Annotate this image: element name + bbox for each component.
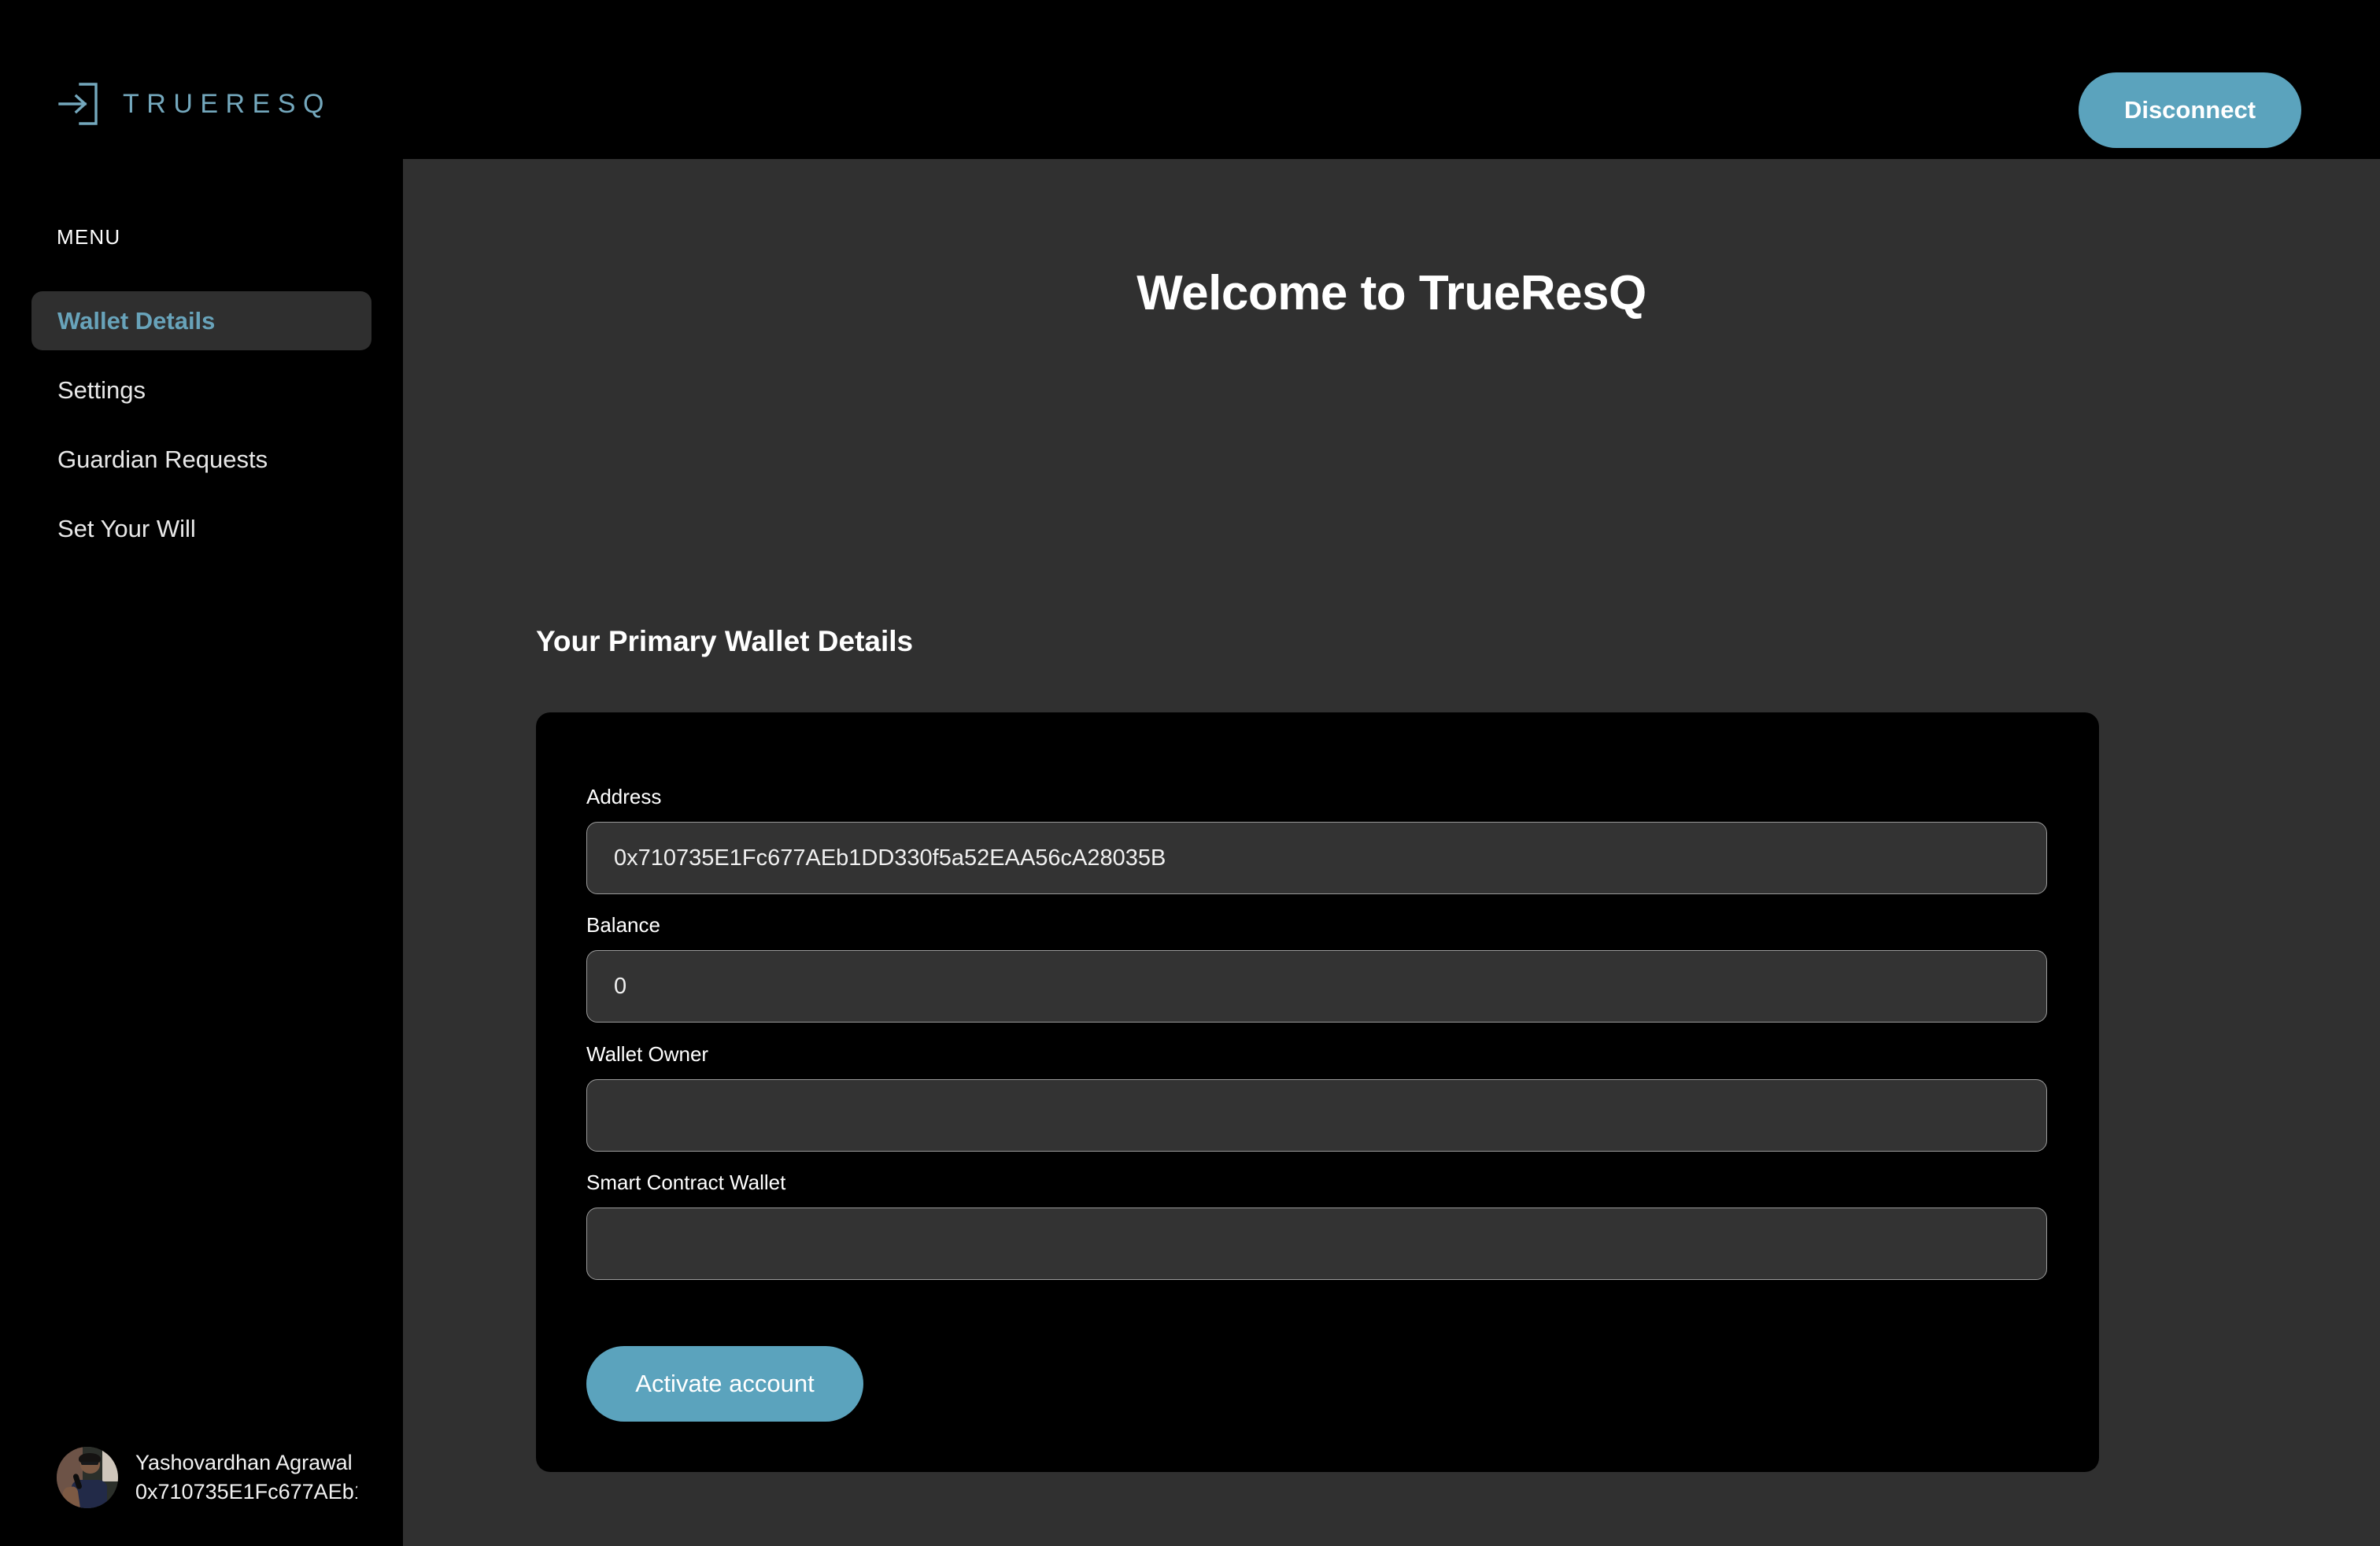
field-label-balance: Balance <box>586 913 660 937</box>
section-title: Your Primary Wallet Details <box>536 625 914 657</box>
brand-name: TRUERESQ <box>123 89 331 119</box>
login-arrow-bracket-icon <box>57 82 99 126</box>
address-input[interactable] <box>586 822 2047 894</box>
profile-text: Yashovardhan Agrawal 0x710735E1Fc677AEb1… <box>135 1450 357 1506</box>
balance-input[interactable] <box>586 950 2047 1023</box>
field-label-smart-contract-wallet: Smart Contract Wallet <box>586 1171 786 1194</box>
sidebar: MENU Wallet Details Settings Guardian Re… <box>0 159 403 1546</box>
profile-name: Yashovardhan Agrawal <box>135 1450 353 1474</box>
sidebar-item-wallet-details[interactable]: Wallet Details <box>31 291 371 350</box>
field-smart-contract-wallet: Smart Contract Wallet <box>586 1171 2047 1280</box>
field-address: Address <box>586 785 2047 894</box>
sidebar-item-settings[interactable]: Settings <box>31 361 371 420</box>
page-title: Welcome to TrueResQ <box>1136 266 1646 320</box>
activate-account-button[interactable]: Activate account <box>586 1346 863 1422</box>
wallet-owner-input[interactable] <box>586 1079 2047 1152</box>
field-balance: Balance <box>586 913 2047 1023</box>
field-label-wallet-owner: Wallet Owner <box>586 1042 709 1066</box>
sidebar-item-guardian-requests[interactable]: Guardian Requests <box>31 430 371 489</box>
wallet-details-card: Address Balance Wallet Owner Smart Contr… <box>536 712 2099 1472</box>
app-root: TRUERESQ Disconnect MENU Wallet Details … <box>0 0 2380 1546</box>
smart-contract-wallet-input[interactable] <box>586 1208 2047 1280</box>
avatar <box>57 1447 118 1508</box>
top-bar: TRUERESQ Disconnect <box>0 0 2380 159</box>
profile-address: 0x710735E1Fc677AEb1DD <box>135 1479 357 1503</box>
disconnect-button[interactable]: Disconnect <box>2079 72 2301 148</box>
sidebar-item-set-your-will[interactable]: Set Your Will <box>31 499 371 558</box>
field-label-address: Address <box>586 785 662 808</box>
field-wallet-owner: Wallet Owner <box>586 1042 2047 1152</box>
brand-logo[interactable]: TRUERESQ <box>57 82 331 126</box>
main-content: Welcome to TrueResQ Your Primary Wallet … <box>403 159 2380 1546</box>
sidebar-nav: Wallet Details Settings Guardian Request… <box>31 291 371 568</box>
user-profile[interactable]: Yashovardhan Agrawal 0x710735E1Fc677AEb1… <box>57 1447 357 1508</box>
menu-heading: MENU <box>57 225 121 249</box>
